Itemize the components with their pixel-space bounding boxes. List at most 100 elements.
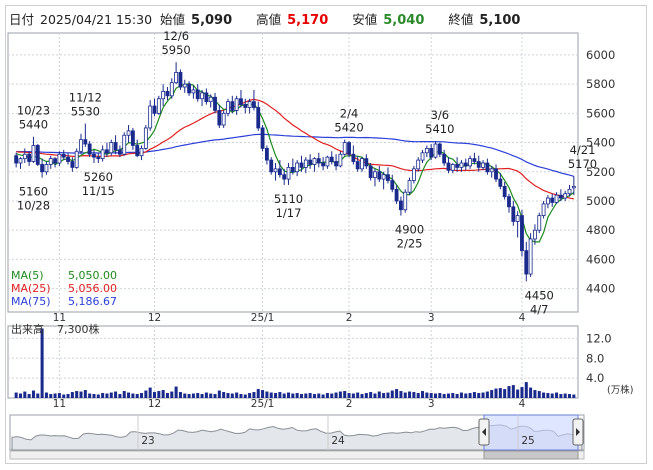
candle-body <box>329 156 334 162</box>
candle-body <box>489 168 494 173</box>
candle-body <box>70 161 75 168</box>
volume-bar <box>433 393 438 398</box>
annotation-price: 4900 <box>395 223 424 237</box>
volume-bar <box>96 394 100 398</box>
annotation-price: 5950 <box>161 43 190 57</box>
annotation-price: 5410 <box>425 122 454 136</box>
volume-date-tick-label: 25/1 <box>251 398 275 410</box>
volume-bar <box>243 394 247 398</box>
candle-body <box>442 153 447 164</box>
annotation-date: 2/25 <box>397 237 423 251</box>
volume-bar <box>546 393 550 398</box>
candle-body <box>355 161 360 170</box>
volume-bar <box>555 392 559 398</box>
annotation-date: 10/23 <box>17 104 50 118</box>
volume-bar <box>14 392 18 398</box>
candle-body <box>558 194 563 199</box>
candle-body <box>130 130 135 146</box>
volume-bar <box>53 393 57 398</box>
volume-bar <box>278 392 282 398</box>
volume-bar <box>421 391 425 398</box>
candle-body <box>446 162 451 171</box>
candle-body <box>407 180 412 193</box>
annotation-date: 4/7 <box>530 302 549 316</box>
candle-body <box>472 158 477 162</box>
volume-bar <box>494 388 498 398</box>
volume-bar <box>261 390 265 398</box>
volume-bar <box>304 393 308 398</box>
candle-body <box>182 83 187 88</box>
volume-bar <box>282 393 286 398</box>
candle-body <box>135 145 140 157</box>
volume-tick-label: 4.0 <box>586 371 604 385</box>
volume-bar <box>343 391 347 398</box>
period-navigator[interactable]: 23 24 25 <box>9 414 585 460</box>
candle-body <box>234 98 239 111</box>
volume-bar <box>75 391 79 398</box>
candle-body <box>105 149 109 154</box>
volume-bar <box>269 392 273 398</box>
volume-date-tick-label: 11 <box>53 398 66 410</box>
candle-body <box>290 166 295 173</box>
price-tick-label: 4800 <box>586 223 615 237</box>
volume-bar <box>157 391 161 398</box>
volume-bar <box>408 391 412 398</box>
volume-date-tick-label: 3 <box>428 398 435 410</box>
volume-bar <box>256 389 260 398</box>
candle-body <box>74 150 79 168</box>
volume-bar <box>79 391 83 398</box>
annotation-price: 5440 <box>19 118 48 132</box>
volume-bar <box>572 394 576 398</box>
volume-bar <box>364 393 368 398</box>
candle-body <box>334 161 338 167</box>
volume-date-tick-label: 2 <box>346 398 353 410</box>
volume-bar <box>196 393 200 398</box>
volume-bar <box>230 393 234 398</box>
volume-date-tick-label: 12 <box>148 398 161 410</box>
candle-body <box>282 174 287 180</box>
candle-body <box>342 142 347 155</box>
candle-body <box>563 193 568 199</box>
volume-bar <box>183 393 187 398</box>
volume-bar <box>542 392 546 398</box>
volume-bar <box>161 390 165 398</box>
candle-body <box>455 164 460 168</box>
volume-bar <box>529 387 533 398</box>
volume-bar <box>412 392 416 398</box>
candle-body <box>40 164 45 173</box>
volume-tick-label: 8.0 <box>586 351 604 365</box>
volume-bar <box>360 394 364 398</box>
legend-ma75-value: 5,186.67 <box>68 295 117 308</box>
candle-body <box>537 215 542 231</box>
stock-chart[interactable]: 10/235440 516010/28 11/125530 526011/15 12/6… <box>0 0 653 470</box>
candle-body <box>511 206 516 222</box>
volume-bar <box>66 394 70 398</box>
date-tick-label: 3 <box>428 312 435 324</box>
candle-body <box>44 164 49 173</box>
candle-body <box>213 96 217 111</box>
candle-body <box>83 139 88 145</box>
candle-body <box>122 134 127 155</box>
candle-body <box>533 229 537 240</box>
volume-title: 出来高 7,300株 (万株) <box>11 322 633 396</box>
candle-body <box>424 147 429 154</box>
candle-body <box>277 168 282 176</box>
volume-bar <box>200 394 204 398</box>
candle-body <box>243 104 248 108</box>
volume-bar <box>347 393 351 398</box>
annotation-date: 11/12 <box>69 91 102 105</box>
candle-body <box>498 178 503 187</box>
candle-body <box>53 158 57 164</box>
candle-body <box>377 171 382 180</box>
volume-bar <box>217 390 221 398</box>
legend-ma5-value: 5,050.00 <box>68 269 117 282</box>
volume-bar <box>511 385 515 398</box>
volume-bar <box>395 389 399 398</box>
volume-bar <box>274 393 278 398</box>
volume-bar <box>127 392 131 398</box>
price-tick-label: 4600 <box>586 252 615 266</box>
volume-bar <box>213 394 217 398</box>
candle-body <box>79 139 83 152</box>
navigator-scrollbar-thumb[interactable] <box>483 450 579 460</box>
candle-body <box>295 162 300 173</box>
